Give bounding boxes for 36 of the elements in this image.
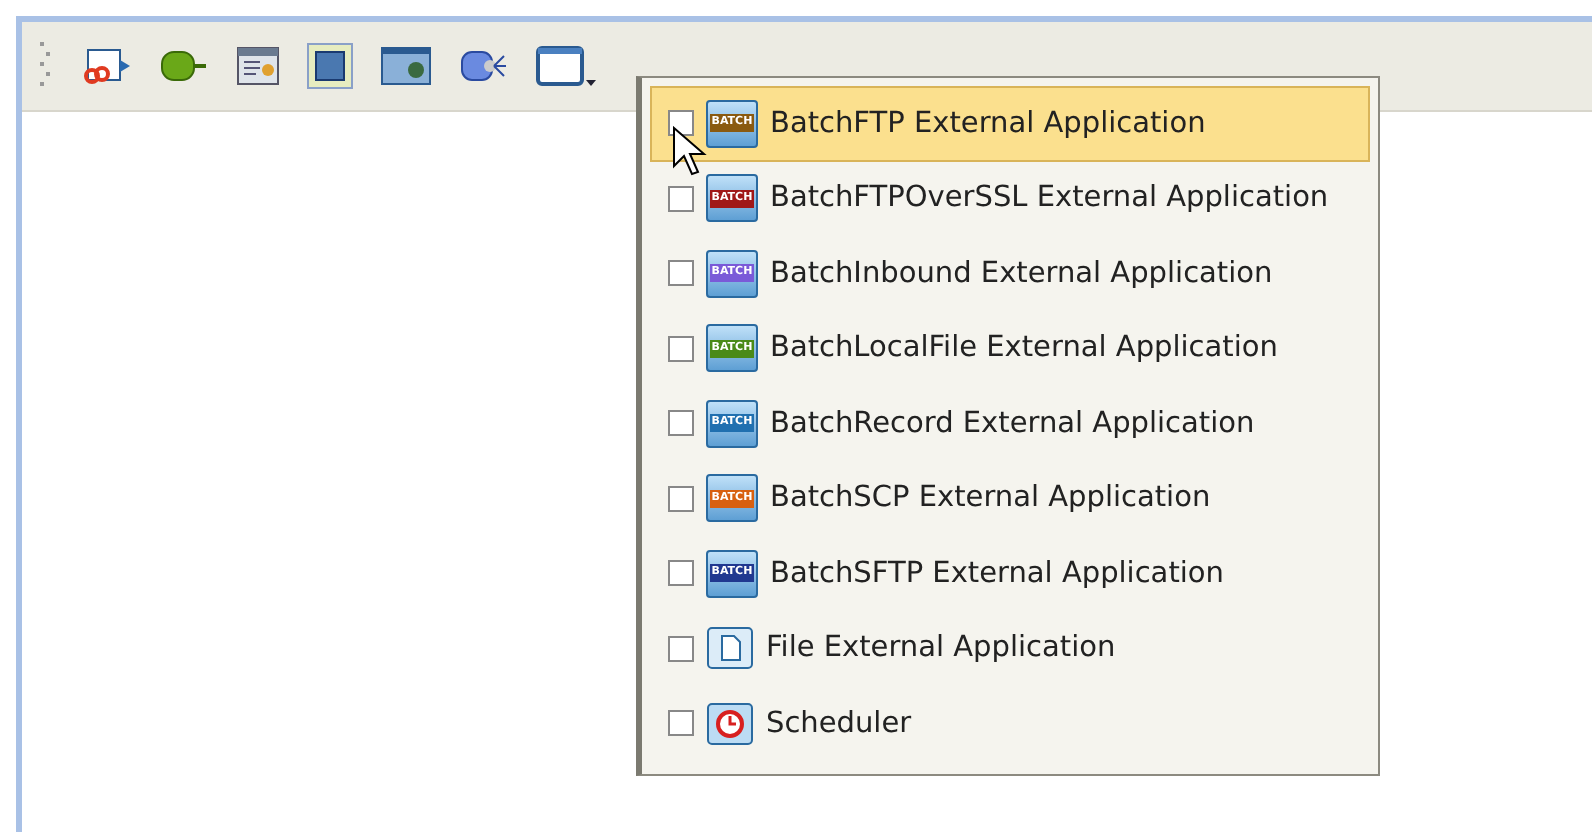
menu-item-label: Scheduler — [766, 707, 912, 740]
frame-icon — [306, 42, 354, 90]
menu-item[interactable]: File External Application — [650, 611, 1370, 686]
toolbar-button[interactable] — [380, 46, 432, 86]
window-icon — [536, 46, 584, 86]
checkbox[interactable] — [668, 110, 694, 137]
checkbox[interactable] — [668, 560, 694, 587]
checkbox[interactable] — [668, 335, 694, 362]
toolbar-button[interactable] — [236, 46, 280, 86]
checkbox[interactable] — [668, 485, 694, 512]
menu-item-label: BatchInbound External Application — [770, 257, 1273, 290]
toolbar-grip-icon — [38, 40, 54, 92]
menu-item-label: BatchFTP External Application — [770, 107, 1206, 140]
menu-item-label: File External Application — [766, 632, 1116, 665]
menu-item-label: BatchSFTP External Application — [770, 557, 1224, 590]
menu-item-label: BatchLocalFile External Application — [770, 332, 1278, 365]
image-window-icon — [380, 46, 432, 86]
menu-item[interactable]: Scheduler — [650, 686, 1370, 761]
checkbox[interactable] — [668, 260, 694, 287]
toolbar-button[interactable] — [306, 42, 354, 90]
mouse-pointer-icon — [672, 126, 708, 178]
cylinder-arrow-icon — [158, 46, 210, 86]
document-icon — [706, 626, 754, 671]
checkbox[interactable] — [668, 185, 694, 212]
document-arrow-icon — [80, 44, 132, 88]
menu-item-label: BatchRecord External Application — [770, 407, 1255, 440]
form-person-icon — [236, 46, 280, 86]
toolbar-button[interactable] — [536, 46, 596, 86]
toolbar-button[interactable] — [80, 44, 132, 88]
menu-item-label: BatchSCP External Application — [770, 482, 1211, 515]
checkbox[interactable] — [668, 635, 694, 662]
checkbox[interactable] — [668, 410, 694, 437]
checkbox[interactable] — [668, 710, 694, 737]
clock-icon — [706, 701, 754, 746]
menu-item-label: BatchFTPOverSSL External Application — [770, 182, 1329, 215]
toolbar-button[interactable] — [158, 46, 210, 86]
